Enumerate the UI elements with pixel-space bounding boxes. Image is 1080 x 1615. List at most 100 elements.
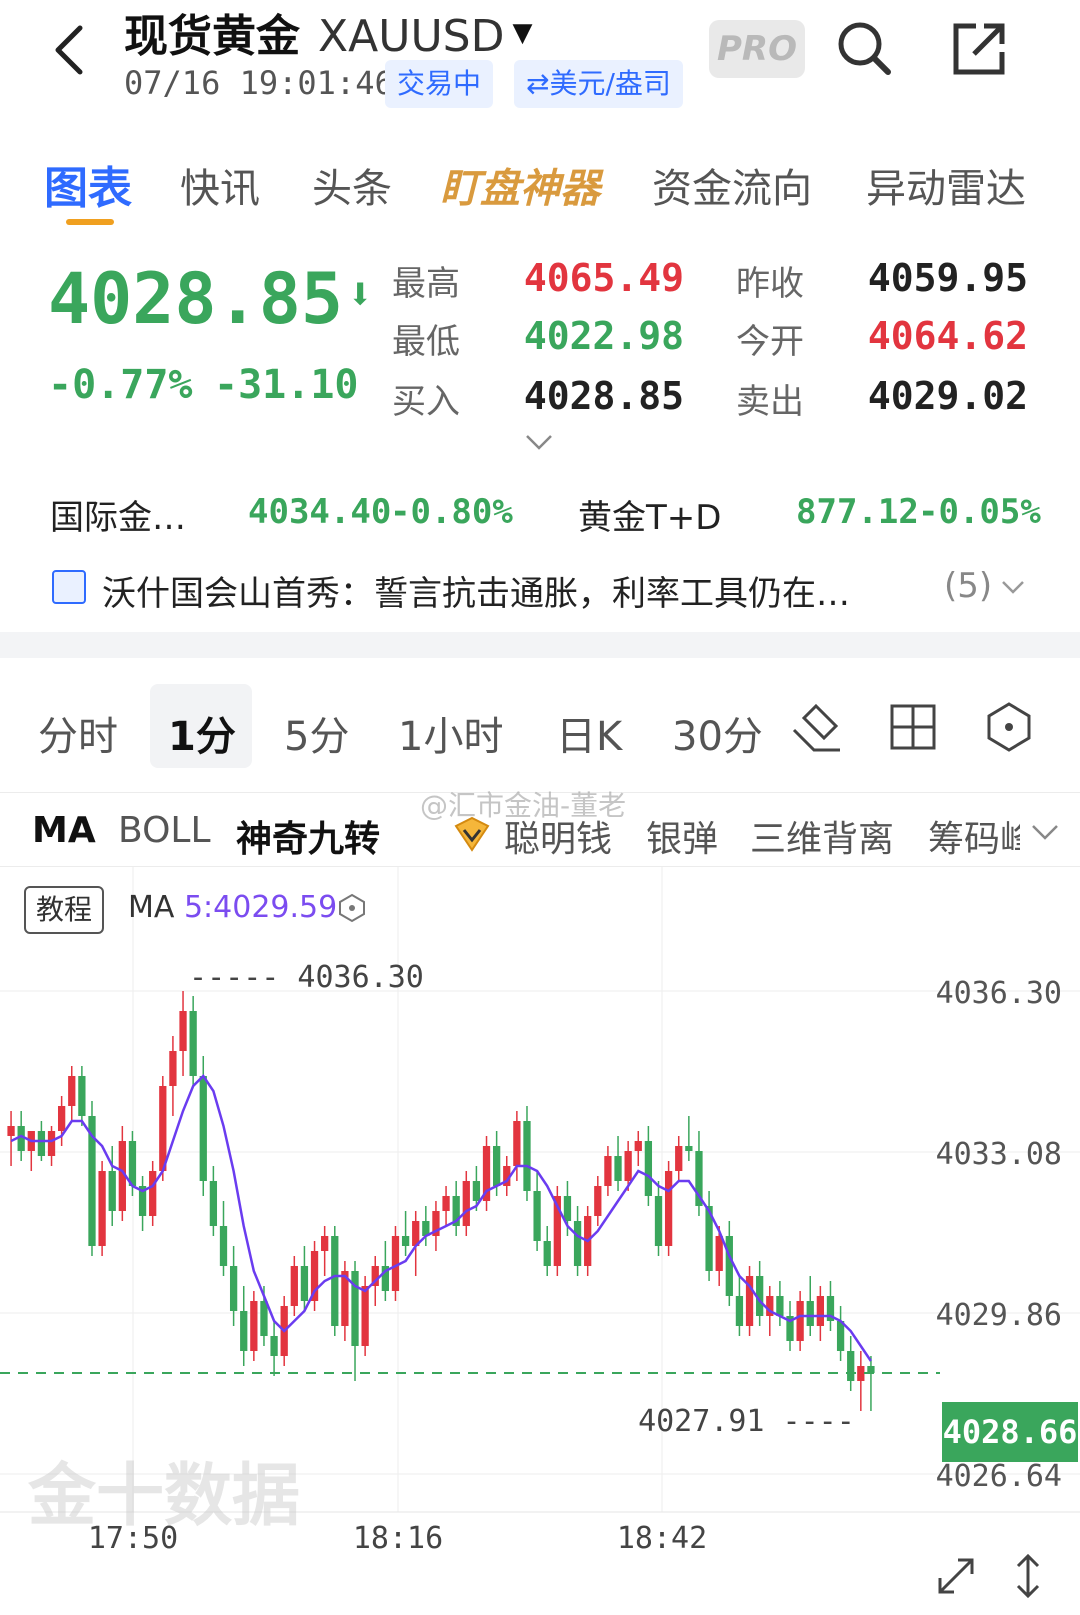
instrument-symbol: XAUUSD	[318, 11, 505, 62]
indicator-boll[interactable]: BOLL	[118, 810, 211, 851]
period-timeshare[interactable]: 分时	[38, 704, 118, 762]
abs-change: -31.10	[214, 362, 359, 408]
candle-body	[533, 1191, 541, 1241]
chevron-down-icon[interactable]	[1030, 822, 1060, 842]
pct-change: -0.77%	[48, 362, 193, 408]
candle-body	[98, 1171, 106, 1246]
candle-body	[361, 1286, 369, 1346]
candle-body	[270, 1336, 278, 1356]
related-name-2[interactable]: 黄金T+D	[578, 490, 721, 539]
current-price-tag: 4028.66	[942, 1402, 1078, 1462]
candle-body	[149, 1171, 157, 1216]
ask-label: 卖出	[736, 382, 804, 422]
high-value: 4065.49	[523, 256, 684, 300]
candle-body	[401, 1236, 410, 1246]
period-5min[interactable]: 5分	[284, 704, 349, 762]
candle-body	[644, 1141, 653, 1196]
candle-body	[78, 1076, 86, 1116]
active-tab-indicator	[66, 219, 114, 225]
candle-body	[624, 1151, 632, 1181]
candle-body	[108, 1171, 116, 1211]
period-1hour[interactable]: 1小时	[398, 704, 503, 762]
ma-legend-prefix: MA	[128, 890, 175, 925]
indicator-chip-peak[interactable]: 筹码峰	[928, 810, 1020, 862]
trading-status-badge: 交易中	[385, 60, 494, 108]
tab-watch-tool[interactable]: 盯盘神器	[440, 156, 600, 214]
candle-body	[37, 1131, 46, 1156]
candle-body	[169, 1051, 177, 1086]
candle-body	[159, 1086, 167, 1171]
chart-settings-icon[interactable]	[982, 700, 1036, 754]
search-icon[interactable]	[834, 18, 894, 78]
caret-down-icon[interactable]: ▼	[512, 18, 532, 48]
instrument-title[interactable]: 现货黄金 XAUUSD ▼	[124, 0, 532, 64]
candle-body	[563, 1196, 572, 1221]
tab-anomaly-radar[interactable]: 异动雷达	[866, 156, 1026, 214]
candle-body	[331, 1236, 339, 1326]
section-divider	[0, 632, 1080, 658]
pro-button[interactable]: PRO	[709, 20, 805, 78]
related-price-1: 4034.40	[248, 492, 392, 532]
y-tick-label: 4026.64	[936, 1459, 1062, 1494]
back-arrow-icon[interactable]	[48, 22, 94, 78]
candle-body	[229, 1266, 238, 1311]
draw-tool-icon[interactable]	[790, 700, 844, 754]
candle-body	[219, 1226, 228, 1266]
ma-legend-value: 5:4029.59	[183, 890, 338, 925]
candle-body	[209, 1181, 218, 1226]
candle-body	[68, 1076, 76, 1106]
candle-body	[573, 1221, 582, 1266]
news-headline[interactable]: 沃什国会山首秀：誓言抗击通胀，利率工具仍在…	[102, 566, 912, 615]
candle-body	[179, 1011, 187, 1051]
candle-body	[725, 1236, 733, 1296]
chevron-down-icon[interactable]	[1000, 578, 1026, 596]
candle-body	[462, 1181, 470, 1226]
candle-body	[664, 1171, 673, 1246]
candle-body	[492, 1146, 501, 1186]
vertical-scale-icon[interactable]	[1004, 1552, 1052, 1600]
related-price-2: 877.12	[796, 492, 919, 532]
related-change-2: -0.05%	[918, 492, 1041, 532]
candle-body	[300, 1266, 309, 1301]
tab-capital-flow[interactable]: 资金流向	[652, 156, 812, 214]
low-value: 4022.98	[523, 314, 684, 358]
open-value: 4064.62	[867, 314, 1028, 358]
layout-grid-icon[interactable]	[886, 700, 940, 754]
candle-body	[47, 1131, 56, 1156]
indicator-divergence[interactable]: 三维背离	[750, 810, 894, 862]
y-tick-label: 4036.30	[936, 976, 1062, 1011]
period-daily[interactable]: 日K	[556, 704, 622, 762]
period-30min[interactable]: 30分	[672, 704, 763, 762]
ma-settings-icon[interactable]	[336, 892, 368, 924]
candle-body	[199, 1076, 207, 1181]
candle-body	[604, 1156, 612, 1186]
fullscreen-icon[interactable]	[932, 1552, 980, 1600]
share-icon[interactable]	[950, 18, 1010, 78]
candle-body	[250, 1301, 258, 1351]
candle-body	[472, 1181, 481, 1201]
tab-flash-news[interactable]: 快讯	[180, 156, 260, 214]
candle-body	[614, 1156, 622, 1181]
candle-body	[806, 1301, 814, 1326]
period-1min[interactable]: 1分	[168, 704, 236, 762]
candle-body	[594, 1186, 602, 1216]
candle-body	[513, 1121, 521, 1166]
candle-body	[836, 1321, 845, 1351]
expand-quote-chevron-icon[interactable]	[524, 432, 554, 452]
tab-headlines[interactable]: 头条	[312, 156, 392, 214]
bid-value: 4028.85	[523, 374, 684, 418]
ma-legend: MA 5:4029.59	[128, 890, 337, 925]
candle-body	[776, 1296, 784, 1316]
indicator-magic-nine[interactable]: 神奇九转	[236, 810, 380, 862]
candle-body	[442, 1196, 450, 1211]
indicator-silver-bullet[interactable]: 银弹	[646, 810, 718, 862]
indicator-ma[interactable]: MA	[32, 810, 96, 851]
candle-body	[796, 1301, 804, 1341]
high-label: 最高	[392, 264, 460, 304]
down-arrow-icon: ⬇	[347, 269, 374, 320]
tutorial-button[interactable]: 教程	[24, 886, 104, 934]
last-price-value: 4028.85	[48, 258, 344, 340]
related-name-1[interactable]: 国际金…	[50, 490, 186, 539]
unit-toggle-chip[interactable]: ⇄美元/盎司	[514, 60, 683, 108]
tab-chart[interactable]: 图表	[44, 152, 132, 216]
